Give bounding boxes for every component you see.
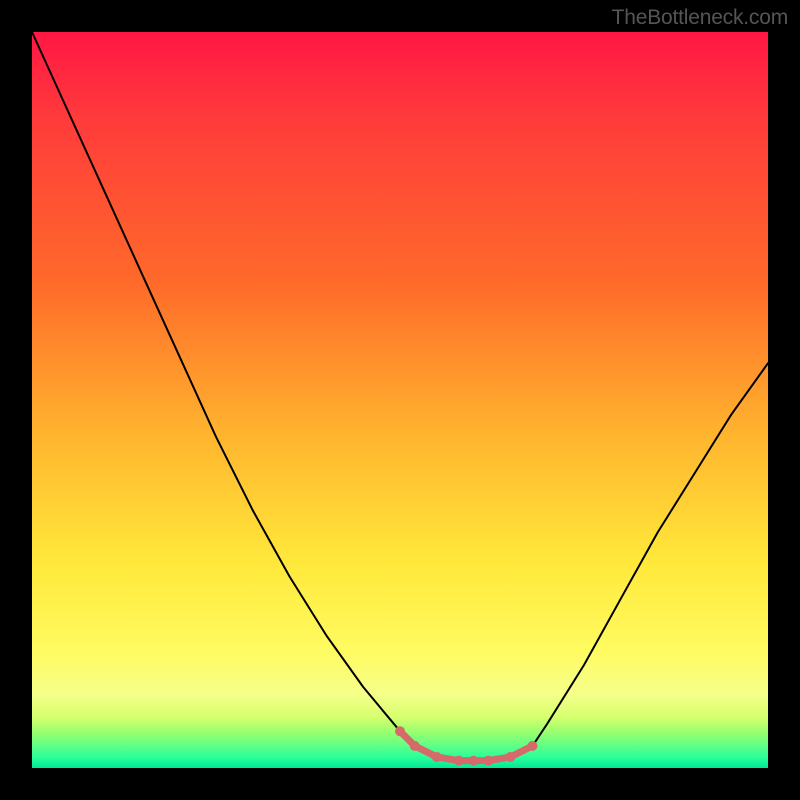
- curve-layer: [32, 32, 768, 768]
- optimal-zone-marker: [528, 741, 538, 751]
- optimal-zone-marker: [410, 741, 420, 751]
- optimal-zone-marker: [505, 752, 515, 762]
- optimal-zone-marker: [469, 756, 479, 766]
- optimal-zone-marker: [432, 752, 442, 762]
- optimal-zone-marker: [483, 756, 493, 766]
- plot-area: [32, 32, 768, 768]
- bottleneck-curve: [32, 32, 768, 761]
- optimal-zone-marker: [395, 726, 405, 736]
- optimal-zone-marker: [454, 756, 464, 766]
- chart-stage: TheBottleneck.com: [0, 0, 800, 800]
- attribution-text: TheBottleneck.com: [612, 6, 788, 30]
